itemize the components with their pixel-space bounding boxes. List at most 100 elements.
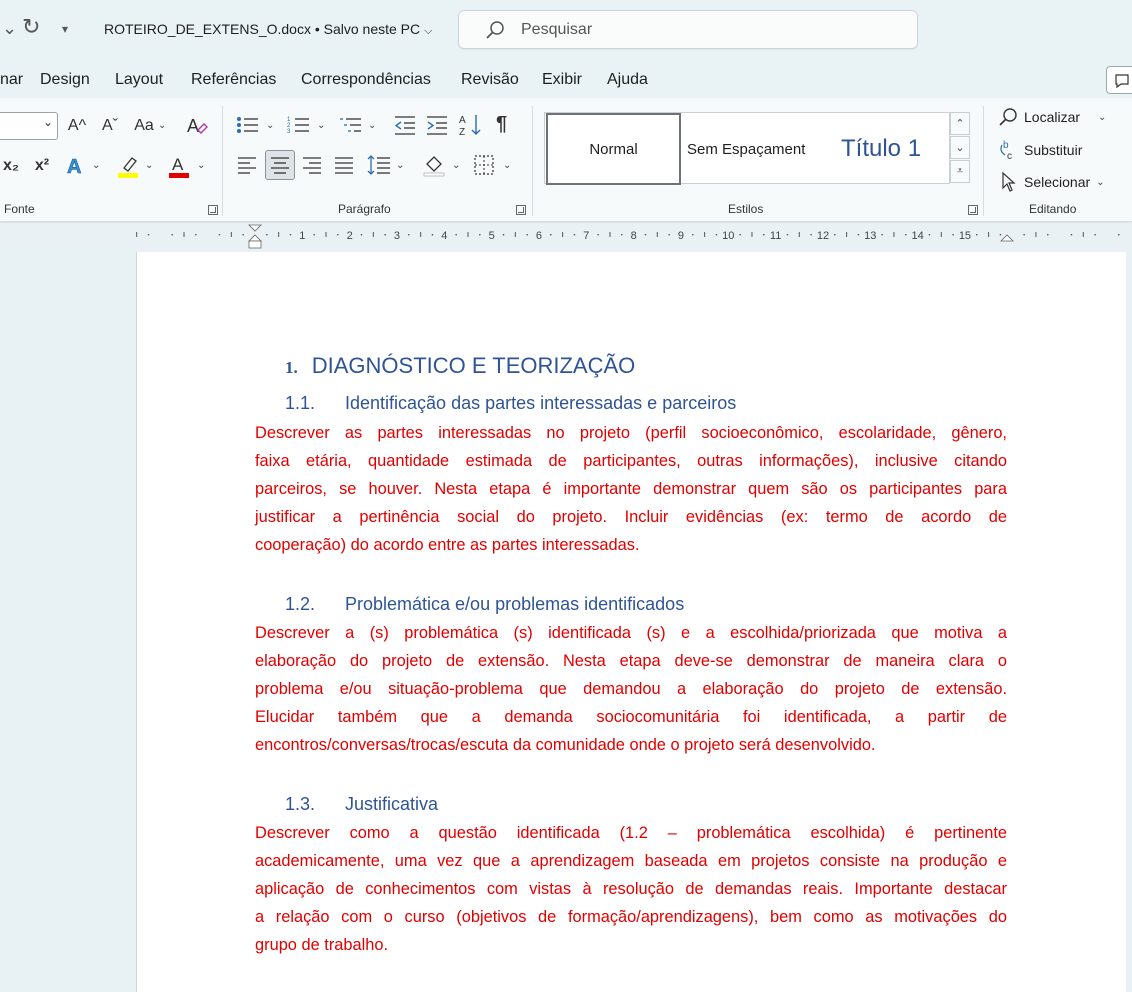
document-title[interactable]: ROTEIRO_DE_EXTENS_O.docx • Salvo neste P… <box>104 21 432 38</box>
tab-ajuda[interactable]: Ajuda <box>607 71 648 89</box>
shrink-font-button[interactable]: Aˇ <box>97 114 123 138</box>
ruler-tick <box>1082 232 1084 237</box>
shading-button[interactable] <box>422 152 446 178</box>
ruler-tick <box>999 234 1002 236</box>
styles-scroll-down-button[interactable]: ⌄ <box>950 136 970 159</box>
tab-arquivo[interactable]: nar <box>0 71 23 89</box>
ruler-tick <box>431 234 434 236</box>
sort-button[interactable]: AZ <box>459 112 483 138</box>
borders-button[interactable] <box>473 154 495 176</box>
font-color-button[interactable]: A <box>167 152 191 180</box>
font-size-dropdown[interactable] <box>0 112 58 140</box>
tab-revisao[interactable]: Revisão <box>461 71 519 89</box>
svg-text:A: A <box>459 115 466 126</box>
heading-text: DIAGNÓSTICO E TEORIZAÇÃO <box>311 353 636 378</box>
ruler-number: 2 <box>347 230 353 242</box>
bullets-button[interactable] <box>236 114 260 136</box>
superscript-button[interactable]: x² <box>30 154 54 178</box>
multilevel-list-button[interactable] <box>339 114 363 136</box>
style-heading-1[interactable]: Título 1 <box>841 113 941 185</box>
ruler-tick <box>644 234 647 236</box>
font-color-icon: A <box>169 155 189 178</box>
paragraph-line: problema e/ou situação-problema que dema… <box>255 680 1007 698</box>
increase-indent-button[interactable] <box>425 114 449 136</box>
show-formatting-marks-button[interactable]: ¶ <box>496 113 507 136</box>
tab-layout[interactable]: Layout <box>115 71 163 89</box>
heading-2[interactable]: 1.1. Identificação das partes interessada… <box>285 393 736 414</box>
first-line-indent-marker[interactable] <box>248 224 262 232</box>
undo-dropdown-icon[interactable]: ⌄ <box>2 18 17 39</box>
styles-more-button[interactable]: ⩡ <box>950 160 970 183</box>
chevron-down-icon[interactable]: ⌄ <box>368 120 376 131</box>
heading-2[interactable]: 1.2. Problemática e/ou problemas identifi… <box>285 594 684 615</box>
tab-referencias[interactable]: Referências <box>191 71 276 89</box>
right-indent-marker[interactable] <box>1000 234 1014 242</box>
align-center-button[interactable] <box>265 150 295 180</box>
select-button[interactable]: Selecionar ⌄ <box>998 171 1105 193</box>
decrease-indent-button[interactable] <box>393 114 417 136</box>
tab-design[interactable]: Design <box>40 71 90 89</box>
chevron-down-icon[interactable]: ⌄ <box>396 160 404 171</box>
chevron-down-icon[interactable]: ⌄ <box>452 160 460 171</box>
body-paragraph[interactable]: Descrever as partes interessadas no proj… <box>255 419 1007 559</box>
align-left-button[interactable] <box>236 154 258 176</box>
chevron-down-icon[interactable]: ⌄ <box>197 160 205 171</box>
style-no-spacing[interactable]: Sem Espaçament <box>687 113 811 185</box>
styles-scroll-up-button[interactable]: ⌃ <box>950 112 970 135</box>
justify-button[interactable] <box>333 154 355 176</box>
styles-dialog-launcher-icon[interactable] <box>968 205 978 215</box>
chevron-down-icon[interactable]: ⌄ <box>158 120 166 131</box>
chevron-down-icon[interactable]: ⌄ <box>503 160 511 171</box>
paragraph-line: elaboração do projeto de extensão. Nesta… <box>255 652 1007 670</box>
ruler-number: 14 <box>911 230 923 242</box>
ruler-tick <box>881 234 883 236</box>
ruler-tick <box>420 232 422 237</box>
chevron-down-icon[interactable]: ⌄ <box>266 120 274 131</box>
heading-2[interactable]: 1.3. Justificativa <box>285 794 438 815</box>
ruler-tick <box>467 232 469 237</box>
chevron-down-icon[interactable]: ⌄ <box>1098 112 1106 123</box>
customize-quick-access-icon[interactable]: ▾ <box>62 22 68 36</box>
bullets-icon <box>237 117 258 133</box>
find-button[interactable]: Localizar ⌄ <box>998 107 1106 127</box>
left-indent-marker[interactable] <box>248 240 262 249</box>
align-right-button[interactable] <box>301 154 323 176</box>
highlight-button[interactable] <box>116 152 140 180</box>
search-box[interactable]: Pesquisar <box>458 10 918 49</box>
text-effects-button[interactable]: A <box>64 152 88 180</box>
grow-font-button[interactable]: A^ <box>64 114 90 138</box>
tab-exibir[interactable]: Exibir <box>542 71 582 89</box>
ruler-tick <box>266 234 268 236</box>
chevron-down-icon[interactable]: ⌄ <box>145 160 153 171</box>
subscript-button[interactable]: x₂ <box>0 154 22 178</box>
comments-button[interactable] <box>1106 66 1132 94</box>
svg-text:Z: Z <box>459 127 465 138</box>
ruler-tick <box>242 234 244 236</box>
font-dialog-launcher-icon[interactable] <box>208 205 218 215</box>
chevron-down-icon[interactable]: ⌄ <box>1096 177 1104 188</box>
more-icon: ⩡ <box>956 165 964 177</box>
replace-button[interactable]: bc Substituir <box>998 139 1082 161</box>
chevron-down-icon[interactable]: ⌄ <box>92 160 100 171</box>
svg-text:b: b <box>1003 140 1009 151</box>
chevron-down-icon[interactable]: ⌄ <box>317 120 325 131</box>
line-spacing-button[interactable] <box>367 153 391 177</box>
svg-text:c: c <box>1007 151 1012 161</box>
body-paragraph[interactable]: Descrever como a questão identificada (1… <box>255 819 1007 959</box>
change-case-button[interactable]: Aa <box>131 114 157 138</box>
ruler-tick <box>940 232 942 237</box>
heading-1[interactable]: 1. DIAGNÓSTICO E TEORIZAÇÃO <box>285 353 635 379</box>
horizontal-ruler[interactable]: 1 2 3 4 5 6 7 8 9 10 11 12 13 14 15 <box>0 223 1132 250</box>
paragraph-line: Elucidar também que a demanda sociocomun… <box>255 708 1007 726</box>
search-icon <box>486 21 504 39</box>
paragraph-dialog-launcher-icon[interactable] <box>516 205 526 215</box>
redo-icon[interactable]: ↻ <box>22 14 40 40</box>
hanging-indent-marker[interactable] <box>248 234 262 242</box>
title-bar: ⌄ ↻ ▾ ROTEIRO_DE_EXTENS_O.docx • Salvo n… <box>0 0 1132 60</box>
numbering-button[interactable]: 123 <box>287 114 311 136</box>
tab-correspondencias[interactable]: Correspondências <box>301 71 431 89</box>
body-paragraph[interactable]: Descrever a (s) problemática (s) identif… <box>255 619 1007 759</box>
style-normal[interactable]: Normal <box>546 113 681 185</box>
clear-formatting-button[interactable]: A <box>184 113 210 139</box>
ruler-tick <box>763 234 765 236</box>
